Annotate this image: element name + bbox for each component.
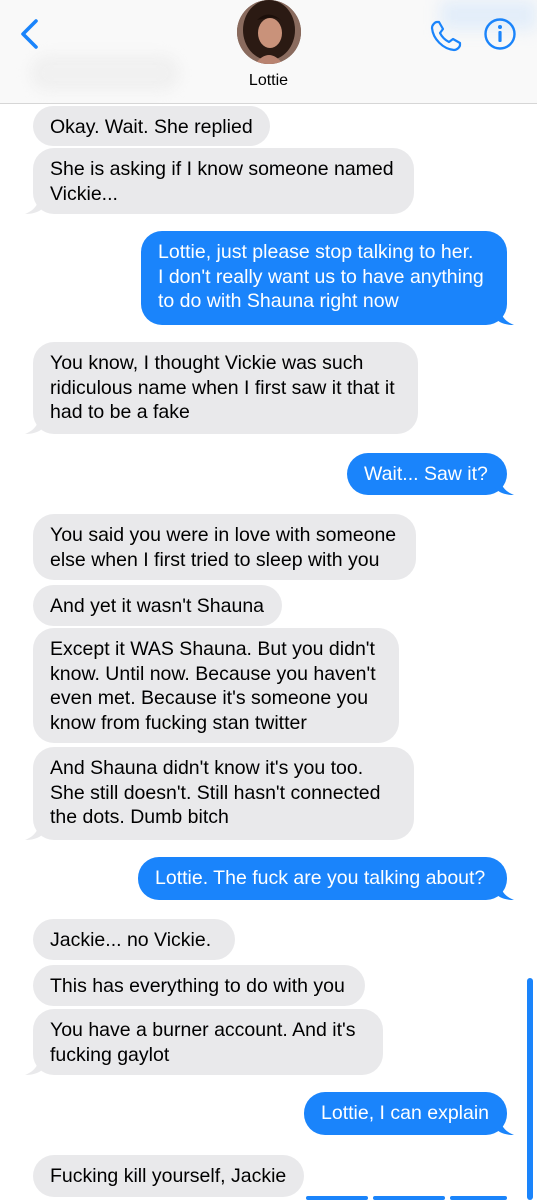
received-message[interactable]: You have a burner account. And it's fuck… [33, 1009, 383, 1075]
phone-icon[interactable] [428, 18, 464, 54]
received-message[interactable]: And Shauna didn't know it's you too. She… [33, 747, 414, 840]
scrollbar[interactable] [527, 978, 533, 1200]
bubble-tail [494, 880, 514, 900]
received-message[interactable]: You said you were in love with someone e… [33, 514, 416, 580]
received-message[interactable]: This has everything to do with you [33, 965, 365, 1006]
messages-screen: Lottie Okay. Wait. She replied She is as… [0, 0, 537, 1200]
received-message[interactable]: She is asking if I know someone named Vi… [33, 148, 414, 214]
sent-message[interactable]: Lottie, just please stop talking to her.… [141, 231, 507, 325]
bubble-tail [25, 414, 45, 434]
received-message[interactable]: You know, I thought Vickie was such ridi… [33, 342, 418, 434]
received-message[interactable]: Jackie... no Vickie. [33, 919, 235, 960]
bubble-tail [494, 305, 514, 325]
received-message[interactable]: And yet it wasn't Shauna [33, 585, 282, 626]
received-message[interactable]: Okay. Wait. She replied [33, 106, 270, 146]
received-message[interactable]: Fucking kill yourself, Jackie [33, 1155, 304, 1197]
bubble-tail [25, 1055, 45, 1075]
toolbar-edge [450, 1196, 507, 1200]
bubble-tail [25, 820, 45, 840]
sent-message[interactable]: Lottie, I can explain [304, 1092, 507, 1135]
message-list: Okay. Wait. She replied She is asking if… [0, 104, 537, 1200]
bubble-tail [494, 1115, 514, 1135]
bubble-tail [494, 475, 514, 495]
contact-name[interactable]: Lottie [0, 72, 537, 90]
received-message[interactable]: Except it WAS Shauna. But you didn't kno… [33, 628, 399, 743]
info-icon[interactable] [483, 17, 517, 51]
toolbar-edge [306, 1196, 368, 1200]
toolbar-edge [373, 1196, 445, 1200]
sent-message[interactable]: Wait... Saw it? [347, 453, 507, 495]
bubble-tail [25, 194, 45, 214]
avatar[interactable] [237, 0, 301, 64]
sent-message[interactable]: Lottie. The fuck are you talking about? [138, 857, 507, 900]
conversation-header: Lottie [0, 0, 537, 104]
chevron-left-icon[interactable] [14, 16, 48, 52]
